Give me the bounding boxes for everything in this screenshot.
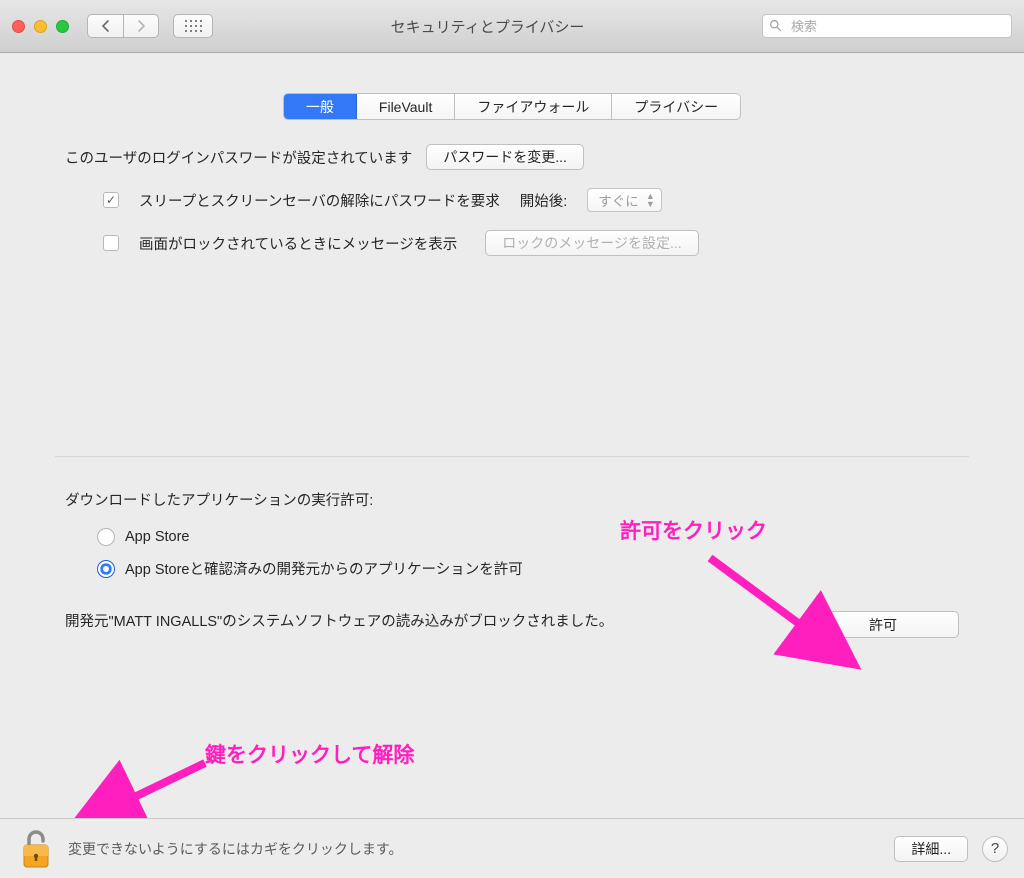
lock-description: 変更できないようにするにはカギをクリックします。 [68,839,402,859]
tab-filevault[interactable]: FileVault [357,94,455,119]
help-button[interactable]: ? [982,836,1008,862]
blocked-software-message: 開発元"MATT INGALLS"のシステムソフトウェアの読み込みがブロックされ… [65,611,613,633]
delay-select[interactable]: すぐに ▲▼ [587,188,662,212]
search-icon [769,19,782,32]
allow-apps-title: ダウンロードしたアプリケーションの実行許可: [55,489,969,510]
radio-appstore-label: App Store [125,529,190,545]
separator [55,456,969,457]
minimize-window-button[interactable] [34,20,47,33]
search-field-wrap [762,14,1012,38]
radio-identified-label: App Storeと確認済みの開発元からのアプリケーションを許可 [125,558,523,579]
delay-select-value: すぐに [598,190,639,210]
window-title: セキュリティとプライバシー [223,16,752,37]
window-controls [12,20,69,33]
lock-message-label: 画面がロックされているときにメッセージを表示 [139,233,457,254]
details-button[interactable]: 詳細... [894,836,968,862]
tab-general[interactable]: 一般 [284,94,357,119]
lock-message-checkbox[interactable] [103,235,119,251]
show-all-button[interactable] [173,14,213,38]
close-window-button[interactable] [12,20,25,33]
chevron-updown-icon: ▲▼ [646,192,655,208]
radio-appstore-identified[interactable] [97,560,115,578]
window-toolbar: セキュリティとプライバシー [0,0,1024,53]
tab-privacy[interactable]: プライバシー [612,94,740,119]
annotation-lock-hint: 鍵をクリックして解除 [205,739,414,769]
after-label: 開始後: [520,190,568,211]
set-lock-message-button[interactable]: ロックのメッセージを設定... [485,230,698,256]
search-input[interactable] [762,14,1012,38]
require-password-label: スリープとスクリーンセーバの解除にパスワードを要求 [139,190,500,211]
forward-button[interactable] [123,14,159,38]
nav-buttons [87,14,159,38]
require-password-checkbox[interactable] [103,192,119,208]
tab-firewall[interactable]: ファイアウォール [455,94,612,119]
grid-icon [185,20,202,32]
tab-bar: 一般 FileVault ファイアウォール プライバシー [0,53,1024,144]
lock-icon[interactable] [16,825,56,873]
zoom-window-button[interactable] [56,20,69,33]
password-set-label: このユーザのログインパスワードが設定されています [65,147,412,168]
radio-appstore-only[interactable] [97,528,115,546]
back-button[interactable] [87,14,123,38]
allow-button[interactable]: 許可 [807,611,959,638]
change-password-button[interactable]: パスワードを変更... [426,144,584,170]
bottom-bar: 変更できないようにするにはカギをクリックします。 詳細... ? [0,818,1024,878]
